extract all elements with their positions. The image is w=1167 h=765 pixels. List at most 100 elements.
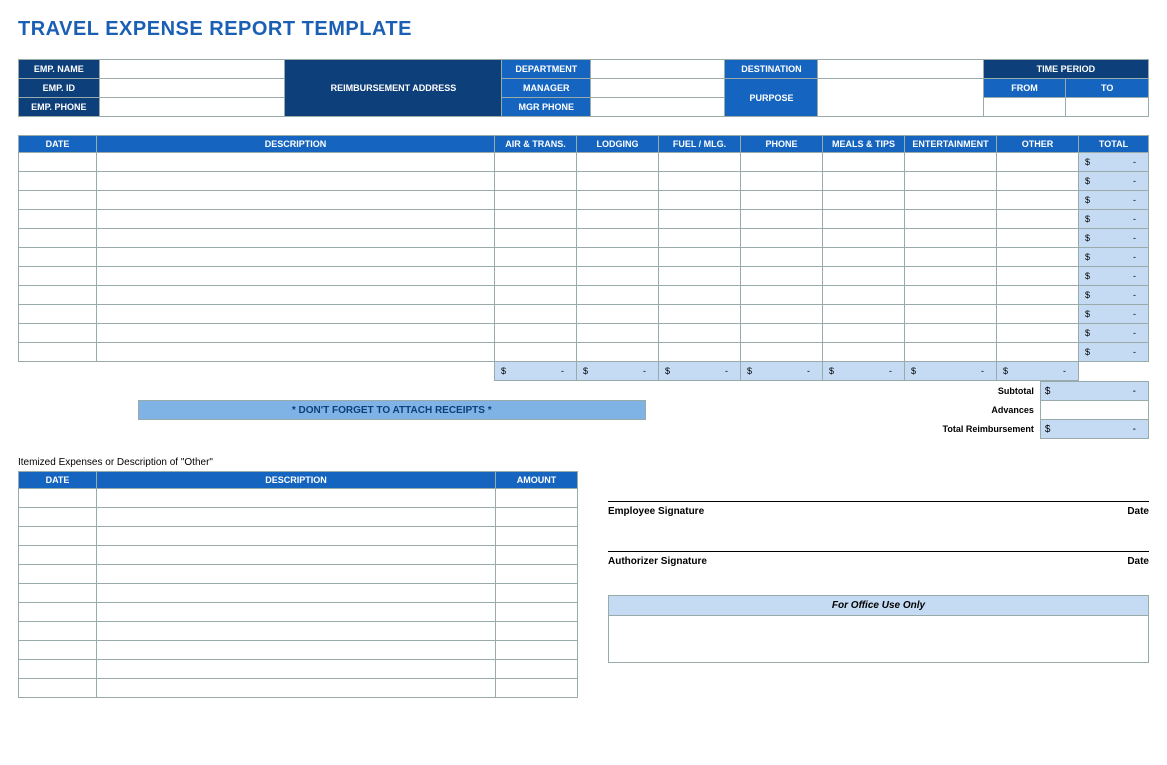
input-department[interactable] [591,60,725,79]
input-purpose[interactable] [818,79,983,117]
expense-cell[interactable] [19,324,97,343]
expense-cell[interactable] [905,210,997,229]
itemized-cell[interactable] [97,489,496,508]
expense-cell[interactable] [997,229,1079,248]
expense-cell[interactable] [495,210,577,229]
expense-cell[interactable] [97,286,495,305]
expense-cell[interactable] [659,248,741,267]
itemized-cell[interactable] [496,603,578,622]
expense-cell[interactable] [495,172,577,191]
itemized-cell[interactable] [97,546,496,565]
expense-cell[interactable] [97,324,495,343]
expense-cell[interactable] [577,343,659,362]
itemized-cell[interactable] [97,660,496,679]
itemized-cell[interactable] [496,527,578,546]
expense-cell[interactable] [495,191,577,210]
expense-cell[interactable] [97,210,495,229]
expense-cell[interactable] [97,267,495,286]
expense-cell[interactable] [823,248,905,267]
expense-cell[interactable] [577,248,659,267]
expense-cell[interactable] [19,305,97,324]
expense-cell[interactable] [19,229,97,248]
expense-cell[interactable] [659,324,741,343]
expense-cell[interactable] [495,324,577,343]
itemized-cell[interactable] [97,565,496,584]
expense-cell[interactable] [577,210,659,229]
expense-cell[interactable] [659,229,741,248]
expense-cell[interactable] [495,305,577,324]
expense-cell[interactable] [997,153,1079,172]
expense-cell[interactable] [659,210,741,229]
expense-cell[interactable] [905,229,997,248]
expense-cell[interactable] [997,210,1079,229]
expense-cell[interactable] [495,229,577,248]
expense-cell[interactable] [577,305,659,324]
itemized-cell[interactable] [496,546,578,565]
expense-cell[interactable] [823,267,905,286]
input-mgr-phone[interactable] [591,98,725,117]
expense-cell[interactable] [659,191,741,210]
itemized-cell[interactable] [97,641,496,660]
itemized-cell[interactable] [19,641,97,660]
itemized-cell[interactable] [97,679,496,698]
expense-cell[interactable] [997,248,1079,267]
expense-cell[interactable] [997,267,1079,286]
expense-cell[interactable] [577,267,659,286]
expense-cell[interactable] [741,172,823,191]
expense-cell[interactable] [741,286,823,305]
expense-cell[interactable] [823,210,905,229]
expense-cell[interactable] [741,267,823,286]
expense-cell[interactable] [741,305,823,324]
itemized-cell[interactable] [19,660,97,679]
expense-cell[interactable] [19,191,97,210]
expense-cell[interactable] [19,210,97,229]
expense-cell[interactable] [997,172,1079,191]
input-destination[interactable] [818,60,983,79]
expense-cell[interactable] [997,191,1079,210]
expense-cell[interactable] [495,286,577,305]
expense-cell[interactable] [905,324,997,343]
expense-cell[interactable] [659,153,741,172]
expense-cell[interactable] [905,305,997,324]
input-manager[interactable] [591,79,725,98]
itemized-cell[interactable] [496,679,578,698]
expense-cell[interactable] [97,153,495,172]
input-to[interactable] [1066,98,1149,117]
itemized-cell[interactable] [496,641,578,660]
expense-cell[interactable] [905,286,997,305]
itemized-cell[interactable] [19,622,97,641]
expense-cell[interactable] [659,172,741,191]
expense-cell[interactable] [97,248,495,267]
expense-cell[interactable] [577,324,659,343]
office-use-body[interactable] [609,616,1148,662]
expense-cell[interactable] [19,153,97,172]
expense-cell[interactable] [823,324,905,343]
itemized-cell[interactable] [19,489,97,508]
expense-cell[interactable] [905,267,997,286]
expense-cell[interactable] [19,286,97,305]
expense-cell[interactable] [97,172,495,191]
expense-cell[interactable] [495,153,577,172]
expense-cell[interactable] [823,191,905,210]
expense-cell[interactable] [495,267,577,286]
expense-cell[interactable] [741,229,823,248]
expense-cell[interactable] [97,343,495,362]
expense-cell[interactable] [741,343,823,362]
itemized-cell[interactable] [496,584,578,603]
expense-cell[interactable] [577,172,659,191]
input-emp-id[interactable] [99,79,285,98]
itemized-cell[interactable] [496,508,578,527]
expense-cell[interactable] [741,153,823,172]
expense-cell[interactable] [19,172,97,191]
itemized-cell[interactable] [496,622,578,641]
itemized-cell[interactable] [19,565,97,584]
expense-cell[interactable] [97,191,495,210]
expense-cell[interactable] [659,267,741,286]
expense-cell[interactable] [495,343,577,362]
expense-cell[interactable] [823,172,905,191]
itemized-cell[interactable] [97,527,496,546]
expense-cell[interactable] [495,248,577,267]
expense-cell[interactable] [19,248,97,267]
expense-cell[interactable] [905,172,997,191]
expense-cell[interactable] [19,343,97,362]
